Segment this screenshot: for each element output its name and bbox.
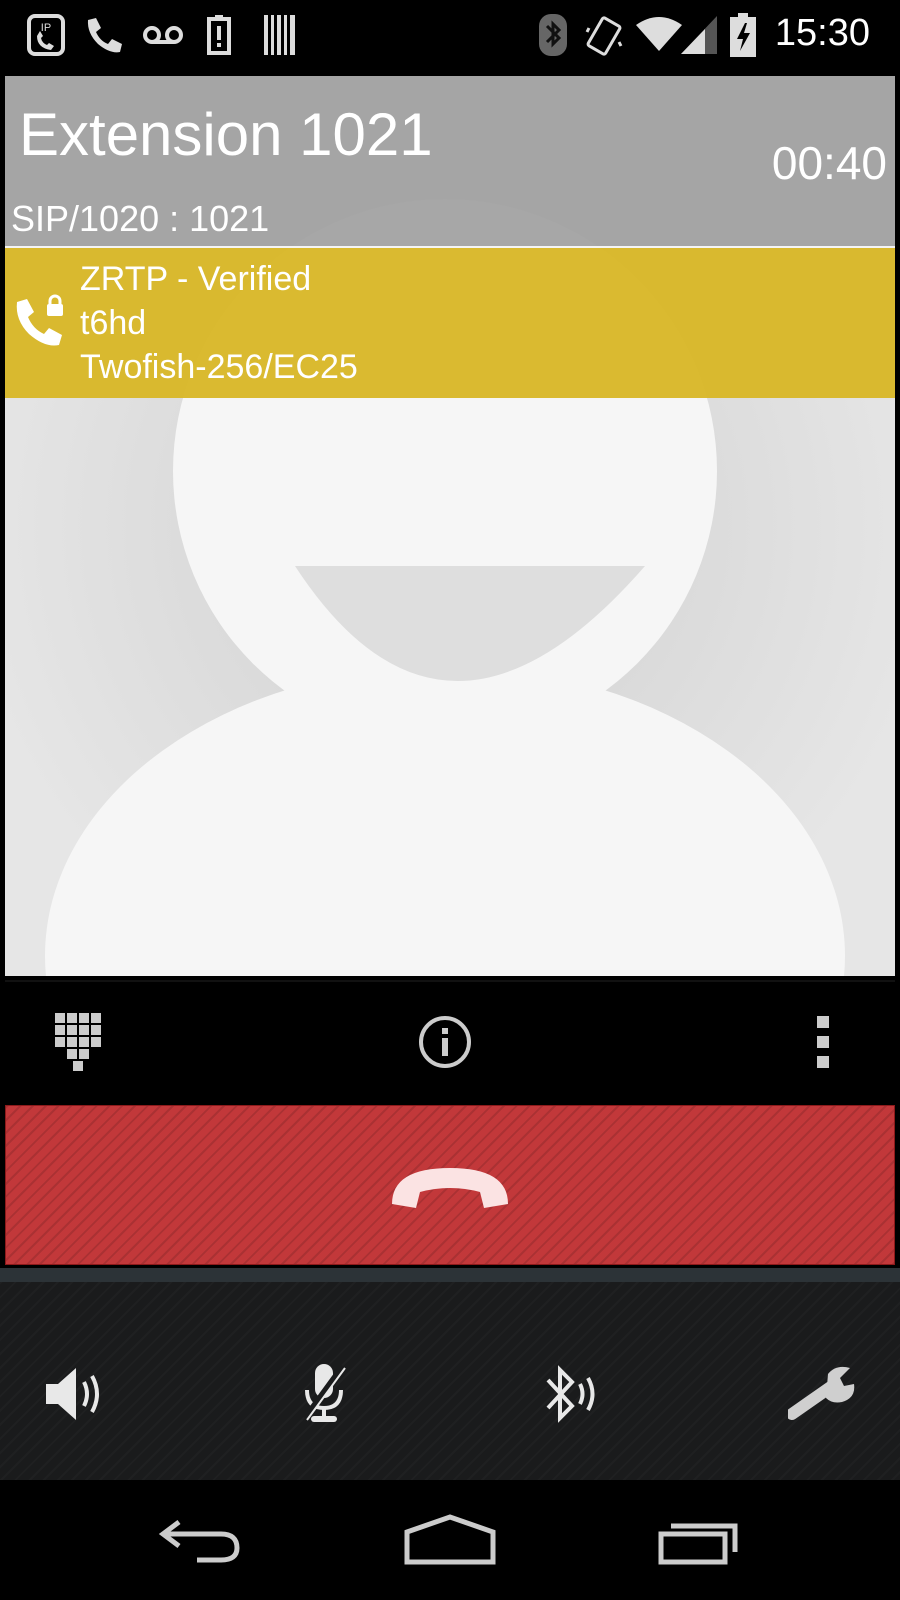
sip-call-icon: IP: [24, 8, 68, 62]
hang-up-button[interactable]: [5, 1105, 895, 1265]
home-icon[interactable]: [390, 1500, 510, 1580]
navigation-bar: [0, 1480, 900, 1600]
info-icon[interactable]: [405, 1002, 485, 1082]
status-bar: IP 15:30: [0, 0, 900, 72]
overflow-menu-icon[interactable]: [783, 1002, 863, 1082]
call-timer: 00:40: [771, 137, 887, 189]
sip-line: SIP/1020 : 1021: [11, 198, 270, 239]
zrtp-status: ZRTP - Verified: [80, 260, 312, 298]
secure-call-lock-icon: [11, 294, 71, 354]
wifi-icon: [636, 8, 682, 62]
hang-up-icon: [392, 1168, 508, 1208]
status-clock: 15:30: [774, 12, 870, 54]
settings-wrench-icon[interactable]: [774, 1354, 874, 1434]
bluetooth-audio-icon[interactable]: [524, 1354, 624, 1434]
barcode-icon: [262, 8, 298, 62]
zrtp-banner[interactable]: ZRTP - Verified t6hd Twofish-256/EC25: [5, 248, 895, 398]
back-icon[interactable]: [140, 1500, 260, 1580]
mute-microphone-icon[interactable]: [274, 1354, 374, 1434]
signal-icon: [680, 8, 718, 62]
zrtp-sas: t6hd: [80, 304, 147, 342]
vibrate-icon: [584, 8, 624, 62]
svg-text:IP: IP: [41, 22, 51, 34]
voicemail-icon: [140, 8, 186, 62]
zrtp-cipher: Twofish-256/EC25: [80, 348, 358, 386]
battery-charging-icon: [728, 8, 758, 62]
call-card: Extension 1021 00:40 SIP/1020 : 1021 ZRT…: [5, 76, 895, 976]
phone-icon: [80, 8, 126, 62]
in-call-toolbar: [5, 980, 895, 1102]
call-header: Extension 1021 00:40 SIP/1020 : 1021: [5, 76, 895, 248]
bluetooth-icon: [536, 8, 570, 62]
audio-controls-bar: [0, 1268, 900, 1480]
recents-icon[interactable]: [642, 1500, 762, 1580]
battery-saver-icon: [204, 8, 234, 62]
speaker-icon[interactable]: [24, 1354, 124, 1434]
dialpad-icon[interactable]: [39, 1002, 119, 1082]
contact-name: Extension 1021: [19, 101, 433, 168]
